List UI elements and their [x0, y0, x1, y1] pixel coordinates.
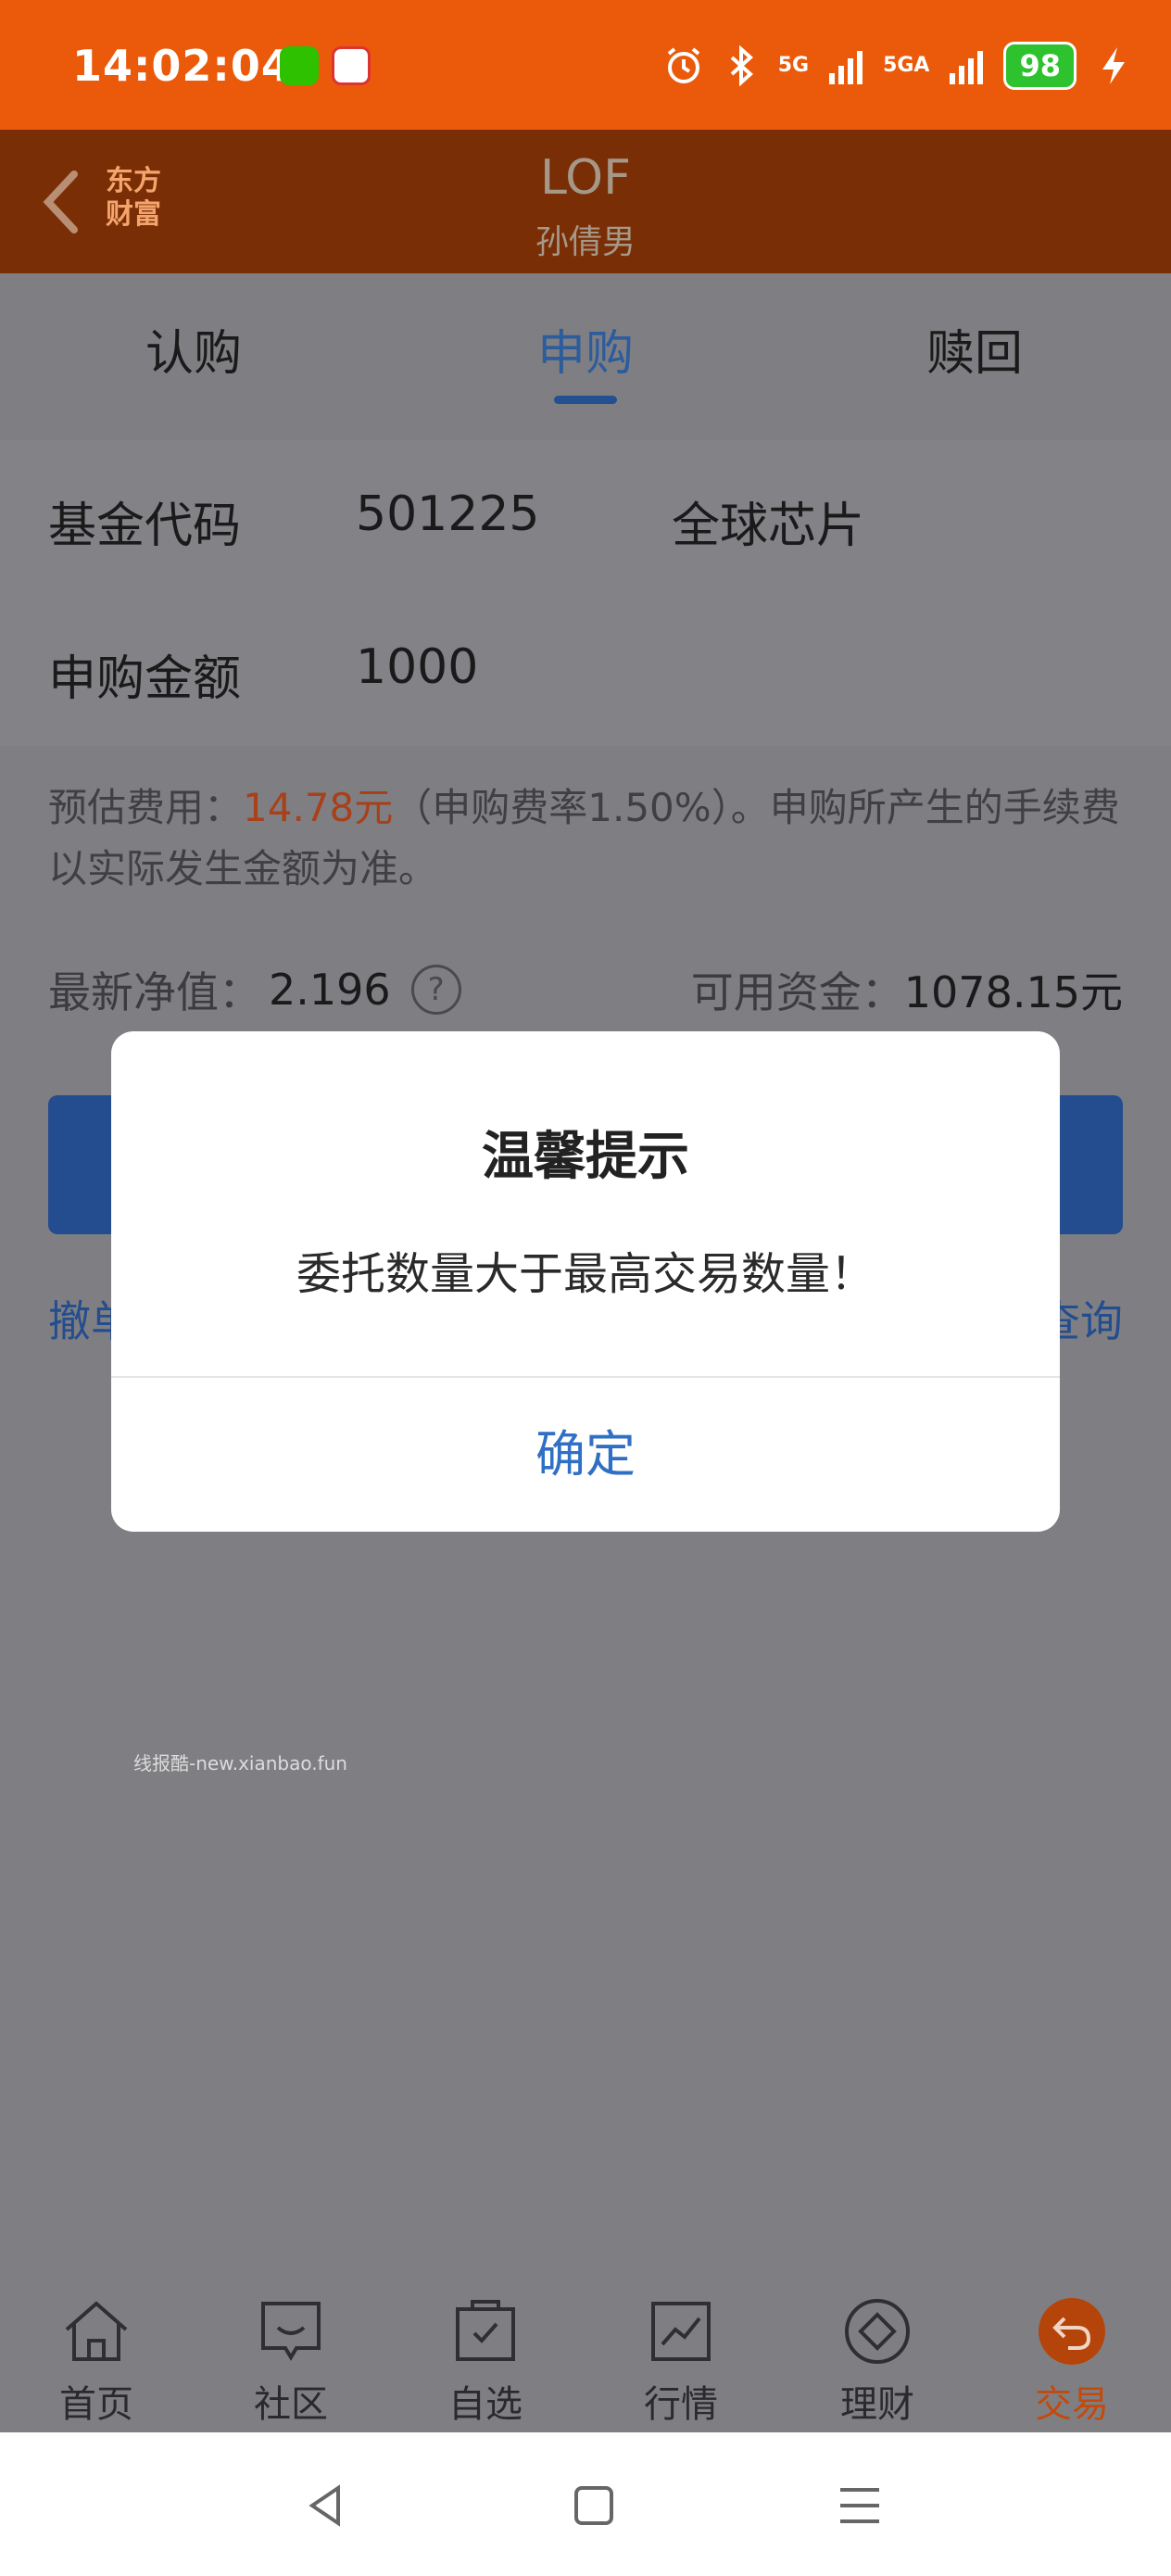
fee-prefix: 预估费用： [48, 785, 244, 830]
system-menu-icon[interactable] [837, 2482, 883, 2529]
nav-home[interactable]: 首页 [27, 2296, 166, 2428]
nav-market[interactable]: 行情 [611, 2296, 750, 2428]
fee-amount: 14.78元 [243, 785, 394, 830]
available-funds: 可用资金：1078.15元 [691, 959, 1123, 1020]
wealth-icon [845, 2299, 910, 2364]
nav-wealth-label: 理财 [840, 2383, 914, 2426]
nav-market-label: 行情 [644, 2383, 718, 2426]
fee-estimate: 预估费用：14.78元（申购费率1.50%）。申购所产生的手续费以实际发生金额为… [48, 777, 1132, 900]
nav-community[interactable]: 社区 [221, 2296, 360, 2428]
active-tab-indicator [554, 396, 617, 404]
battery-level: 98 [1003, 42, 1077, 90]
funds-label: 可用资金： [690, 967, 904, 1017]
amount-row: 申购金额 1000 [0, 593, 1171, 746]
trade-tabs: 认购 申购 赎回 [0, 273, 1171, 440]
signal-bars-icon [829, 51, 863, 84]
signal-bars-icon-2 [950, 51, 984, 84]
status-bar: 14:02:04 5G 5GA 98 [0, 0, 1171, 130]
confirm-button[interactable]: 确定 [111, 1378, 1060, 1532]
help-icon[interactable]: ? [410, 965, 461, 1015]
watchlist-icon [456, 2300, 515, 2361]
page-title: LOF [540, 150, 631, 206]
nav-label: 最新净值： [48, 967, 261, 1017]
alert-dialog: 温馨提示 委托数量大于最高交易数量！ 确定 [111, 1031, 1060, 1532]
funds-value: 1078.15元 [903, 967, 1123, 1017]
bank-app-notification-icon [332, 46, 371, 85]
nav-watchlist[interactable]: 自选 [416, 2296, 555, 2428]
system-home-icon[interactable] [571, 2482, 617, 2529]
nav-home-label: 首页 [59, 2383, 133, 2426]
trade-icon [1039, 2298, 1105, 2365]
system-back-icon[interactable] [303, 2482, 349, 2529]
status-time: 14:02:04 [72, 41, 292, 91]
tab-purchase[interactable]: 申购 [537, 314, 634, 384]
home-icon [65, 2301, 128, 2361]
amount-field[interactable]: 1000 [356, 639, 478, 695]
status-icons: 5G 5GA 98 [663, 42, 1134, 90]
fund-code-label: 基金代码 [48, 499, 242, 554]
nav-trade[interactable]: 交易 [1002, 2296, 1141, 2428]
bottom-nav: 首页 社区 自选 行情 理财 交易 [0, 2261, 1171, 2432]
dialog-title: 温馨提示 [482, 1127, 689, 1187]
fund-code-row: 基金代码 501225 全球芯片 [0, 440, 1171, 593]
dialog-message: 委托数量大于最高交易数量！ [296, 1248, 875, 1300]
nav-community-label: 社区 [254, 2383, 328, 2426]
wechat-notification-icon [280, 46, 319, 85]
app-header: 东方 财富 LOF 孙倩男 [0, 130, 1171, 273]
signal-5ga-label: 5GA [883, 54, 930, 77]
community-icon [261, 2302, 321, 2361]
amount-label: 申购金额 [48, 651, 242, 707]
tab-subscription[interactable]: 认购 [145, 314, 242, 384]
alarm-icon [667, 47, 699, 83]
charging-icon [1102, 47, 1125, 84]
signal-5g-label: 5G [777, 54, 810, 77]
nav-value: 2.196 [269, 965, 391, 1015]
market-icon [651, 2302, 711, 2361]
fund-name: 全球芯片 [672, 499, 865, 554]
nav-watchlist-label: 自选 [448, 2383, 523, 2426]
fund-code-field[interactable]: 501225 [356, 486, 540, 542]
bluetooth-icon [730, 45, 753, 86]
nav-trade-label: 交易 [1035, 2383, 1109, 2426]
tab-redemption[interactable]: 赎回 [926, 314, 1023, 384]
system-nav-bar [0, 2432, 1171, 2576]
watermark-text: 线报酷-new.xianbao.fun [133, 1752, 347, 1774]
nav-wealth[interactable]: 理财 [808, 2296, 947, 2428]
account-name: 孙倩男 [535, 223, 636, 261]
latest-nav: 最新净值： 2.196 ? [48, 959, 461, 1020]
